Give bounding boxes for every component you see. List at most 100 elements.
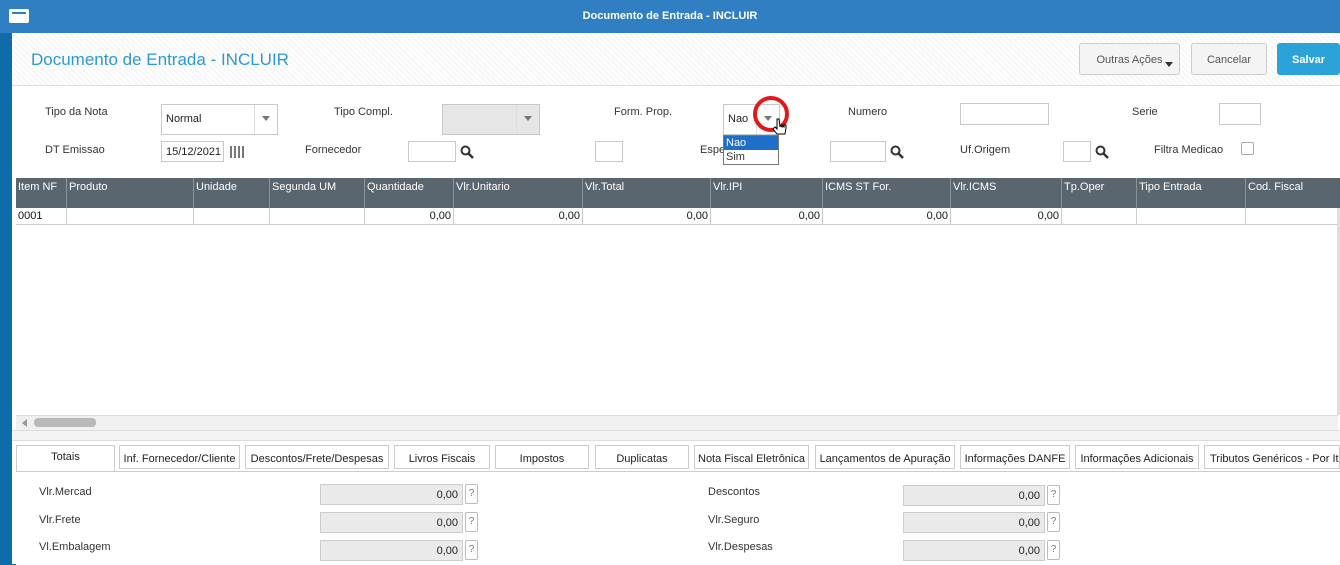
column-header[interactable]: Tipo Entrada bbox=[1139, 181, 1202, 193]
search-icon[interactable] bbox=[460, 145, 474, 159]
table-cell: 0001 bbox=[18, 210, 43, 222]
vlr-despesas-field[interactable]: 0,00 bbox=[903, 540, 1045, 561]
table-cell: 0,00 bbox=[926, 210, 948, 222]
tab-descontos[interactable]: Descontos/Frete/Despesas bbox=[245, 445, 389, 469]
tipo-nota-label: Tipo da Nota bbox=[45, 106, 108, 118]
help-icon[interactable]: ? bbox=[1047, 485, 1060, 505]
cell-divider bbox=[1245, 208, 1246, 224]
uf-origem-input[interactable] bbox=[1063, 141, 1091, 162]
column-divider bbox=[1061, 178, 1062, 208]
tab-lancamentos[interactable]: Lançamentos de Apuração bbox=[815, 445, 955, 469]
tipo-compl-label: Tipo Compl. bbox=[334, 106, 393, 118]
help-icon[interactable]: ? bbox=[465, 540, 478, 560]
tab-duplicatas[interactable]: Duplicatas bbox=[595, 445, 689, 469]
table-cell: 0,00 bbox=[429, 210, 451, 222]
column-header[interactable]: ICMS ST For. bbox=[825, 181, 891, 193]
vl-embalagem-field[interactable]: 0,00 bbox=[320, 540, 463, 561]
dt-emissao-input[interactable]: 15/12/2021 bbox=[161, 141, 224, 162]
grid-body[interactable] bbox=[16, 225, 1338, 415]
calendar-icon[interactable] bbox=[230, 146, 245, 158]
fornecedor-input[interactable] bbox=[408, 141, 456, 162]
tab-inf-fornecedor[interactable]: Inf. Fornecedor/Cliente bbox=[119, 445, 240, 469]
tipo-nota-select[interactable]: Normal bbox=[161, 104, 278, 135]
page-header: Documento de Entrada - INCLUIR Outras Aç… bbox=[12, 33, 1340, 85]
search-icon[interactable] bbox=[1095, 145, 1109, 159]
chevron-down-icon bbox=[516, 105, 539, 134]
column-divider bbox=[1136, 178, 1137, 208]
filtra-medicao-label: Filtra Medicao bbox=[1154, 144, 1224, 156]
vlr-seguro-field[interactable]: 0,00 bbox=[903, 512, 1045, 533]
tab-impostos[interactable]: Impostos bbox=[495, 445, 589, 469]
descontos-label: Descontos bbox=[708, 486, 760, 498]
filtra-medicao-checkbox[interactable] bbox=[1241, 142, 1254, 155]
column-divider bbox=[1245, 178, 1246, 208]
column-header[interactable]: Segunda UM bbox=[272, 181, 336, 193]
scroll-left-icon[interactable] bbox=[22, 419, 27, 427]
help-icon[interactable]: ? bbox=[1047, 540, 1060, 560]
column-divider bbox=[453, 178, 454, 208]
column-header[interactable]: Quantidade bbox=[367, 181, 424, 193]
column-header[interactable]: Tp.Oper bbox=[1064, 181, 1104, 193]
tab-totais[interactable]: Totais bbox=[16, 445, 115, 472]
save-button[interactable]: Salvar bbox=[1277, 43, 1340, 75]
cell-divider bbox=[1061, 208, 1062, 224]
column-divider bbox=[269, 178, 270, 208]
splitter[interactable] bbox=[12, 430, 1340, 441]
window-title: Documento de Entrada - INCLUIR bbox=[582, 10, 758, 22]
vlr-frete-field[interactable]: 0,00 bbox=[320, 512, 463, 533]
tab-nfe[interactable]: Nota Fiscal Eletrônica bbox=[694, 445, 809, 469]
column-header[interactable]: Item NF bbox=[18, 181, 57, 193]
vlr-despesas-label: Vlr.Despesas bbox=[708, 541, 773, 553]
header-divider bbox=[12, 85, 1340, 86]
form-prop-value: Nao bbox=[728, 113, 749, 125]
help-icon[interactable]: ? bbox=[1047, 512, 1060, 532]
dropdown-option-sim[interactable]: Sim bbox=[724, 150, 778, 164]
cell-divider bbox=[1136, 208, 1137, 224]
form-prop-dropdown-list[interactable]: Nao Sim bbox=[723, 135, 779, 165]
column-divider bbox=[950, 178, 951, 208]
dropdown-option-nao[interactable]: Nao bbox=[724, 136, 778, 150]
cell-divider bbox=[269, 208, 270, 224]
tipo-nota-value: Normal bbox=[166, 113, 202, 125]
vlr-mercad-field[interactable]: 0,00 bbox=[320, 484, 463, 505]
numero-input[interactable] bbox=[960, 103, 1049, 125]
fornecedor-label: Fornecedor bbox=[305, 144, 362, 156]
descontos-field[interactable]: 0,00 bbox=[903, 485, 1045, 506]
serie-input[interactable] bbox=[1219, 103, 1261, 125]
column-header[interactable]: Vlr.Total bbox=[585, 181, 624, 193]
column-header[interactable]: Produto bbox=[69, 181, 108, 193]
column-header[interactable]: Vlr.ICMS bbox=[953, 181, 996, 193]
table-cell: 0,00 bbox=[1037, 210, 1059, 222]
cancel-button[interactable]: Cancelar bbox=[1191, 43, 1267, 75]
column-header[interactable]: Vlr.IPI bbox=[713, 181, 742, 193]
search-icon[interactable] bbox=[890, 145, 904, 159]
cell-divider bbox=[193, 208, 194, 224]
tab-tributos[interactable]: Tributos Genéricos - Por Ite bbox=[1204, 445, 1340, 469]
background-strip bbox=[0, 33, 12, 564]
espe-input[interactable] bbox=[830, 141, 886, 162]
column-divider bbox=[193, 178, 194, 208]
loja-input[interactable] bbox=[595, 141, 623, 162]
table-row[interactable]: 0001 0,00 0,00 0,00 0,00 0,00 0,00 bbox=[16, 208, 1338, 225]
column-header[interactable]: Unidade bbox=[196, 181, 237, 193]
help-icon[interactable]: ? bbox=[465, 484, 478, 504]
grid-header: Item NF Produto Unidade Segunda UM Quant… bbox=[16, 178, 1340, 208]
tab-danfe[interactable]: Informações DANFE bbox=[960, 445, 1070, 469]
mouse-cursor-icon bbox=[772, 118, 787, 135]
tipo-compl-select[interactable] bbox=[442, 104, 540, 135]
column-header[interactable]: Cod. Fiscal bbox=[1248, 181, 1303, 193]
scrollbar-thumb[interactable] bbox=[34, 418, 96, 427]
dt-emissao-label: DT Emissao bbox=[45, 144, 105, 156]
column-divider bbox=[710, 178, 711, 208]
column-divider bbox=[364, 178, 365, 208]
horizontal-scrollbar[interactable] bbox=[16, 415, 1338, 430]
cell-divider bbox=[66, 208, 67, 224]
table-cell: 0,00 bbox=[558, 210, 580, 222]
page-title: Documento de Entrada - INCLUIR bbox=[31, 50, 289, 69]
tab-livros-fiscais[interactable]: Livros Fiscais bbox=[394, 445, 490, 469]
outras-acoes-button[interactable]: Outras Ações bbox=[1079, 43, 1180, 75]
totais-panel: Vlr.Mercad 0,00 ? Vlr.Frete 0,00 ? Vl.Em… bbox=[16, 471, 1340, 565]
tab-adicionais[interactable]: Informações Adicionais bbox=[1075, 445, 1199, 469]
column-header[interactable]: Vlr.Unitario bbox=[456, 181, 510, 193]
help-icon[interactable]: ? bbox=[465, 512, 478, 532]
